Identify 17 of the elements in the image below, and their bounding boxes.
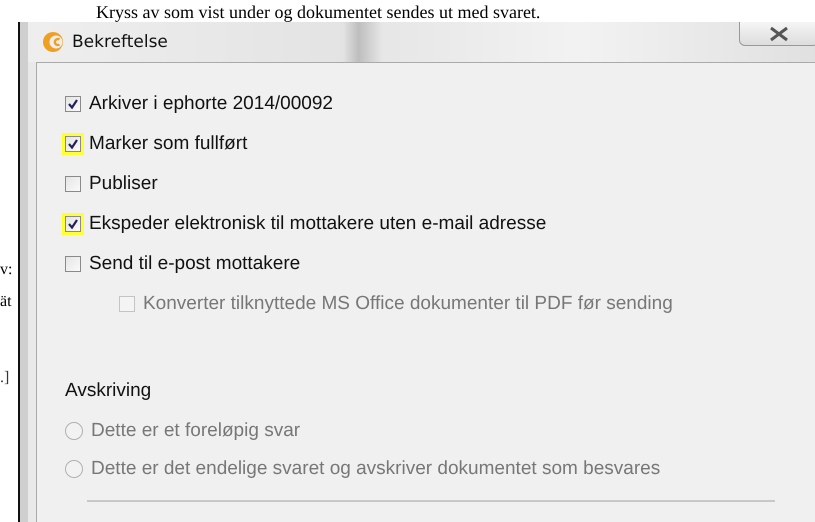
document-text-fragment: ät (0, 292, 13, 312)
document-text-fragment: v: (0, 260, 14, 280)
checkbox[interactable] (65, 256, 81, 272)
checkbox-label[interactable]: Marker som fullført (89, 132, 248, 154)
close-button[interactable] (739, 22, 815, 46)
close-icon (768, 26, 790, 42)
document-text-fragment: .] (0, 368, 10, 388)
checkbox-label[interactable]: Ekspeder elektronisk til mottakere uten e-mail adresse (89, 212, 546, 234)
checkbox[interactable] (65, 96, 81, 112)
window-title: Bekreftelse (72, 32, 168, 52)
checkbox-label[interactable]: Arkiver i ephorte 2014/00092 (89, 92, 333, 114)
checkbox[interactable] (65, 176, 81, 192)
checkbox-label[interactable]: Send til e-post mottakere (89, 252, 300, 274)
document-text: Kryss av som vist under og dokumentet sendes ut med svaret. (96, 2, 540, 22)
app-logo-icon (42, 30, 64, 54)
checkbox-label[interactable]: Publiser (89, 172, 158, 194)
section-heading: Avskriving (65, 380, 152, 402)
